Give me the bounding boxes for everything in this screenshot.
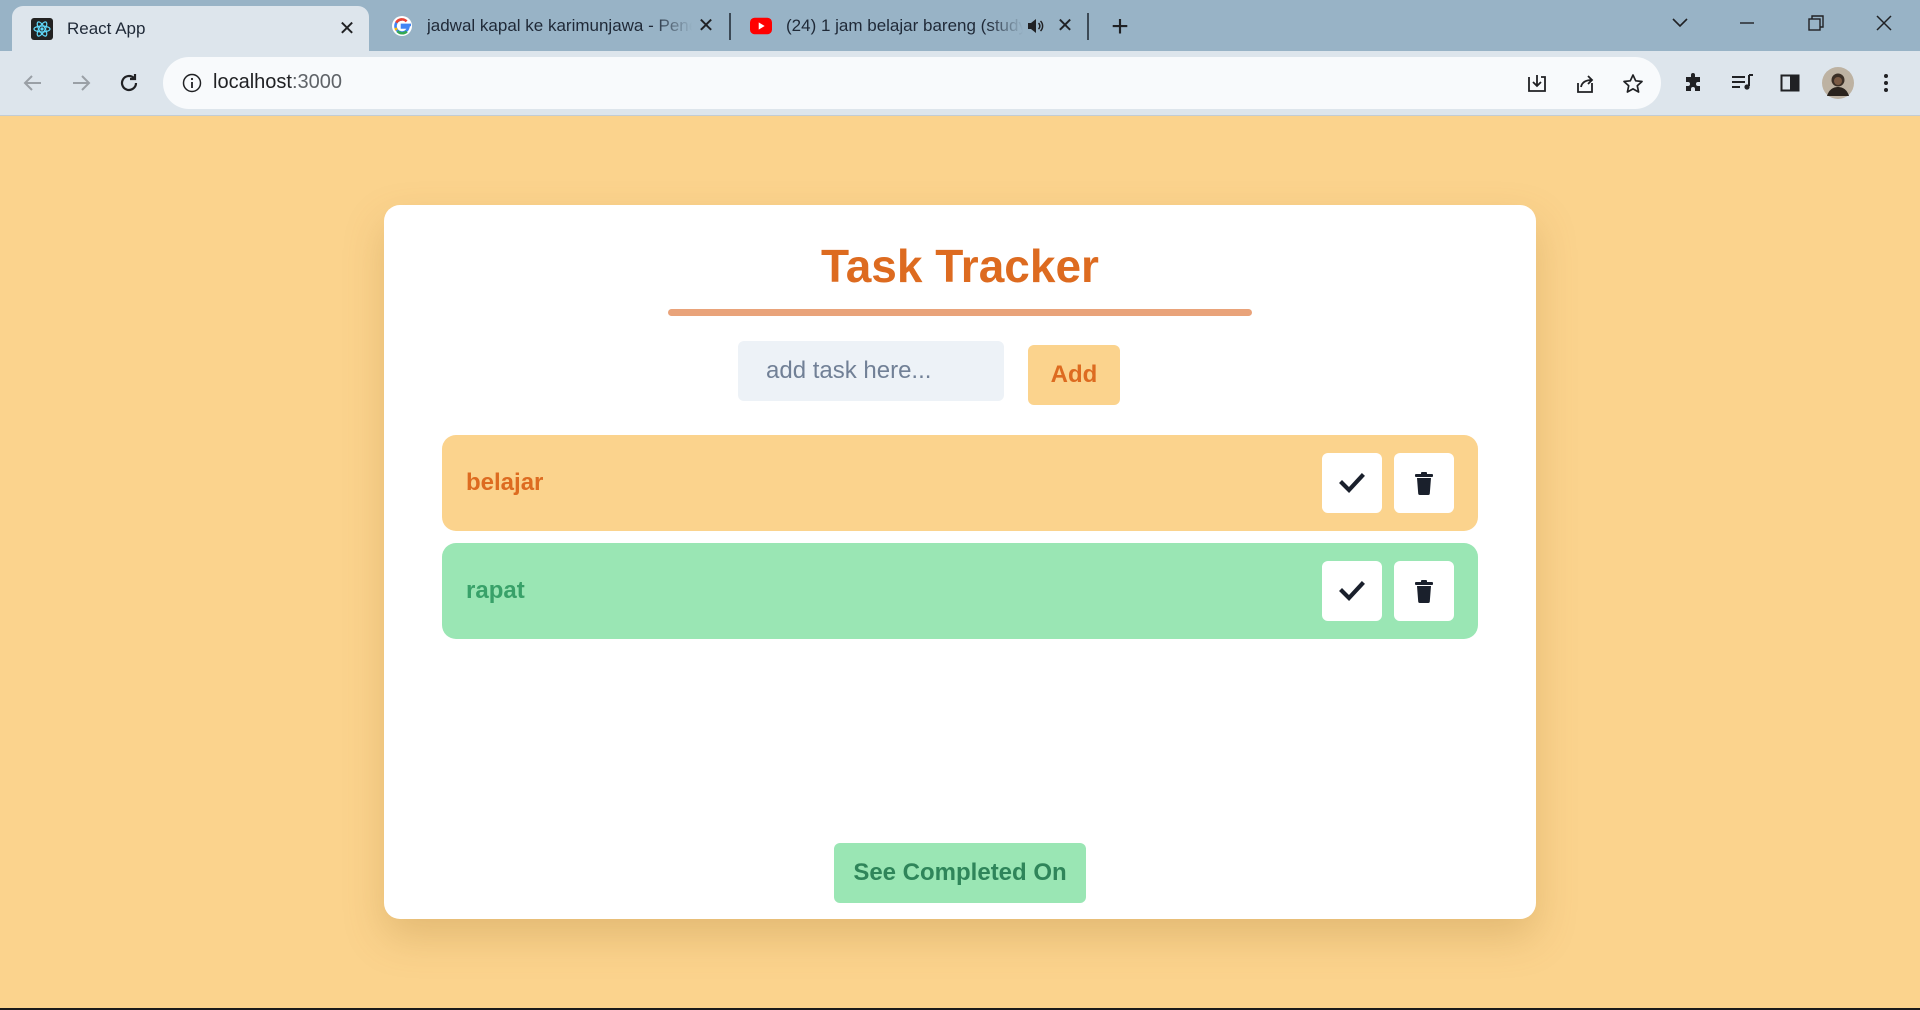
avatar[interactable] <box>1822 67 1854 99</box>
tab-title: React App <box>67 18 146 38</box>
site-info-icon[interactable] <box>181 72 203 94</box>
close-window-icon[interactable] <box>1864 6 1904 40</box>
complete-task-button[interactable] <box>1322 561 1382 621</box>
google-icon <box>391 15 413 37</box>
browser-menu-icon[interactable] <box>1870 67 1902 99</box>
address-bar[interactable]: localhost:3000 <box>163 57 1661 109</box>
side-panel-icon[interactable] <box>1774 67 1806 99</box>
tab-youtube[interactable]: (24) 1 jam belajar bareng (study with me… <box>731 0 1087 51</box>
tab-title: jadwal kapal ke karimunjawa - Penelusura… <box>427 15 692 35</box>
add-task-button[interactable]: Add <box>1028 345 1120 405</box>
minimize-icon[interactable] <box>1727 6 1767 40</box>
youtube-icon <box>750 15 772 37</box>
delete-task-button[interactable] <box>1394 453 1454 513</box>
tab-search-chevron-icon[interactable] <box>1660 6 1700 40</box>
delete-task-button[interactable] <box>1394 561 1454 621</box>
page-title: Task Tracker <box>821 240 1099 292</box>
browser-tab-strip: React App ✕ jadwal kapal ke karimunjawa … <box>0 0 1920 51</box>
url-host: localhost <box>213 71 292 93</box>
tab-separator <box>1087 13 1089 40</box>
extensions-icon[interactable] <box>1678 67 1710 99</box>
close-tab-icon[interactable]: ✕ <box>1051 12 1079 40</box>
url-text: localhost:3000 <box>213 71 342 94</box>
bookmark-star-icon[interactable] <box>1619 70 1647 98</box>
tab-title: (24) 1 jam belajar bareng (study with me… <box>786 15 1023 35</box>
forward-icon[interactable] <box>64 66 98 100</box>
tab-react-app[interactable]: React App ✕ <box>12 6 369 51</box>
restore-icon[interactable] <box>1796 6 1836 40</box>
reload-icon[interactable] <box>112 66 146 100</box>
complete-task-button[interactable] <box>1322 453 1382 513</box>
task-tracker-card: Task Tracker Add belajar rapat See Compl… <box>384 205 1536 919</box>
back-icon[interactable] <box>16 66 50 100</box>
close-tab-icon[interactable]: ✕ <box>692 12 720 40</box>
react-icon <box>31 17 53 40</box>
checkmark-icon <box>1339 581 1365 602</box>
title-divider <box>668 309 1252 316</box>
close-tab-icon[interactable]: ✕ <box>333 15 361 43</box>
task-label: rapat <box>466 577 525 604</box>
checkmark-icon <box>1339 473 1365 494</box>
browser-toolbar: localhost:3000 <box>0 51 1920 116</box>
install-app-icon[interactable] <box>1523 70 1551 98</box>
task-label: belajar <box>466 469 544 496</box>
new-tab-button[interactable]: + <box>1103 10 1137 44</box>
share-icon[interactable] <box>1571 70 1599 98</box>
task-input[interactable] <box>738 341 1004 401</box>
tab-google-search[interactable]: jadwal kapal ke karimunjawa - Penelusura… <box>372 0 728 51</box>
url-port: :3000 <box>291 71 342 93</box>
speaker-icon[interactable] <box>1023 18 1047 34</box>
trash-icon <box>1415 472 1433 495</box>
see-completed-toggle-button[interactable]: See Completed On <box>834 843 1086 903</box>
task-item: belajar <box>442 435 1478 531</box>
trash-icon <box>1415 580 1433 603</box>
media-control-icon[interactable] <box>1726 67 1758 99</box>
task-item: rapat <box>442 543 1478 639</box>
